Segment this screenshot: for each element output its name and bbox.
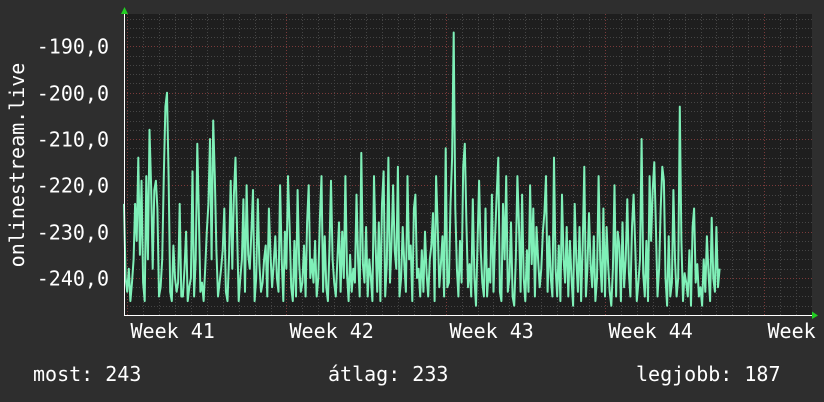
x-tick-label: Week 41 <box>131 319 215 343</box>
stat-legjobb: legjobb: 187 <box>636 362 781 386</box>
y-axis-arrow-icon <box>121 7 128 14</box>
line-chart: -190,0 -200,0 -210,0 -220,0 -230,0 -240,0 Week… <box>5 7 824 343</box>
x-tick-label: Week 44 <box>609 319 693 343</box>
y-tick-label: -190,0 <box>37 35 109 59</box>
y-tick-label: -230,0 <box>37 221 109 245</box>
y-tick-label: -240,0 <box>37 267 109 291</box>
x-tick-label: Week 43 <box>450 319 534 343</box>
x-tick-label: Week 4 <box>768 319 824 343</box>
y-tick-label: -220,0 <box>37 174 109 198</box>
x-axis-arrow-icon <box>812 311 818 319</box>
y-tick-label: -210,0 <box>37 128 109 152</box>
x-tick-label: Week 42 <box>290 319 374 343</box>
y-axis-label: onlinestream.live <box>5 63 29 268</box>
stat-most: most: 243 <box>33 362 142 386</box>
stat-atlag: átlag: 233 <box>328 362 449 386</box>
y-tick-label: -200,0 <box>37 82 109 106</box>
